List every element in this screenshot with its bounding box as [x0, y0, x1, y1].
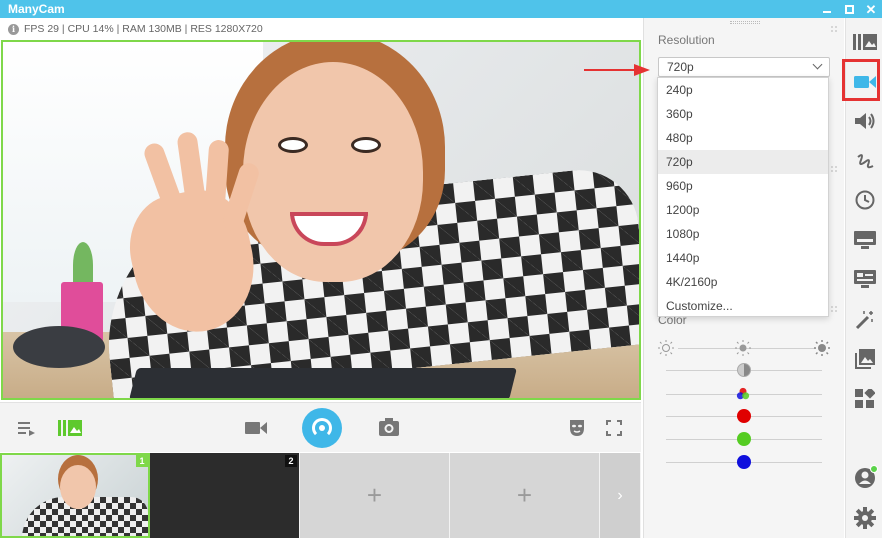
source-thumb-1[interactable]: 1: [0, 453, 150, 538]
left-eye: [278, 137, 308, 153]
sidebar-presentation[interactable]: [846, 260, 882, 298]
sidebar-widgets[interactable]: [846, 380, 882, 418]
resolution-label: Resolution: [658, 33, 715, 47]
sidebar-audio[interactable]: [846, 102, 882, 140]
brightness-high-icon: [814, 340, 830, 356]
add-source-button[interactable]: +: [450, 453, 600, 538]
panel-drag-handle[interactable]: [830, 165, 839, 174]
thumb-number: 1: [136, 455, 148, 467]
snapshot-icon[interactable]: [379, 418, 399, 436]
saturation-slider[interactable]: [666, 387, 822, 401]
broadcast-button[interactable]: [302, 408, 342, 448]
close-icon: ✕: [865, 1, 877, 17]
resolution-option[interactable]: 1440p: [658, 246, 828, 270]
plus-icon: +: [366, 480, 383, 510]
mask-icon[interactable]: [569, 419, 585, 437]
settings-icon: [853, 507, 876, 529]
drawing-icon: [856, 154, 873, 169]
resolution-option[interactable]: 1200p: [658, 198, 828, 222]
maximize-button[interactable]: [838, 0, 860, 18]
source-thumb-2[interactable]: 2: [150, 453, 300, 538]
resolution-option[interactable]: 480p: [658, 126, 828, 150]
resolution-option[interactable]: 4K/2160p: [658, 270, 828, 294]
sidebar-layers[interactable]: [846, 23, 882, 61]
layers-icon: [852, 34, 877, 50]
info-icon[interactable]: i: [8, 23, 19, 35]
keyboard: [129, 368, 517, 398]
close-button[interactable]: ✕: [860, 0, 882, 18]
layers-icon[interactable]: [58, 419, 82, 437]
panel-grip[interactable]: [730, 21, 760, 24]
resolution-option-customize[interactable]: Customize...: [658, 294, 828, 318]
plus-icon: +: [516, 480, 533, 510]
sidebar-account[interactable]: [846, 459, 882, 497]
chevron-down-icon: [812, 59, 823, 70]
green-slider[interactable]: [666, 432, 822, 446]
sidebar-lower-thirds[interactable]: [846, 221, 882, 259]
panel-drag-handle[interactable]: [830, 305, 839, 314]
blue-knob[interactable]: [737, 455, 751, 469]
status-text: FPS 29 | CPU 14% | RAM 130MB | RES 1280X…: [24, 23, 263, 35]
panel-drag-handle[interactable]: [830, 25, 839, 34]
sidebar-drawing[interactable]: [846, 142, 882, 180]
status-bar: i FPS 29 | CPU 14% | RAM 130MB | RES 128…: [0, 19, 641, 39]
resolution-select[interactable]: 720p: [658, 57, 830, 77]
title-bar: ManyCam ✕: [0, 0, 882, 18]
red-slider[interactable]: [666, 409, 822, 423]
widgets-icon: [854, 389, 875, 408]
camera-icon[interactable]: [245, 421, 267, 435]
effects-icon: [855, 311, 873, 330]
video-preview[interactable]: [1, 40, 641, 400]
fullscreen-icon[interactable]: [606, 420, 622, 436]
audio-icon: [854, 113, 874, 129]
annotation-arrow: [584, 64, 650, 76]
schedule-icon: [855, 190, 874, 210]
thumbs-next-button[interactable]: ›: [600, 453, 641, 538]
brightness-low-icon: [658, 340, 674, 356]
sidebar-video-source[interactable]: [846, 63, 882, 101]
broadcast-icon: [312, 418, 332, 438]
resolution-option[interactable]: 1080p: [658, 222, 828, 246]
images-icon: [854, 349, 875, 369]
computer-mouse: [13, 326, 105, 368]
maximize-icon: [844, 4, 854, 14]
face: [243, 62, 423, 282]
add-source-button[interactable]: +: [300, 453, 450, 538]
resolution-option[interactable]: 960p: [658, 174, 828, 198]
video-source-icon: [853, 76, 876, 88]
blue-slider[interactable]: [666, 455, 822, 469]
green-knob[interactable]: [737, 432, 751, 446]
right-eye: [351, 137, 381, 153]
saturation-knob[interactable]: [736, 387, 750, 401]
sidebar-effects[interactable]: [846, 301, 882, 339]
chevron-right-icon: ›: [617, 486, 623, 504]
minimize-icon: [823, 11, 831, 13]
red-knob[interactable]: [737, 409, 751, 423]
right-sidebar: [845, 18, 882, 538]
sidebar-images[interactable]: [846, 340, 882, 378]
controls-bar: [0, 402, 641, 452]
resolution-option[interactable]: 240p: [658, 78, 828, 102]
app-title: ManyCam: [8, 2, 65, 16]
presentation-icon: [853, 270, 876, 288]
resolution-select-value: 720p: [667, 60, 694, 74]
contrast-knob[interactable]: [737, 363, 751, 377]
resolution-dropdown: 240p 360p 480p 720p 960p 1200p 1080p 144…: [657, 77, 829, 317]
resolution-option[interactable]: 360p: [658, 102, 828, 126]
brightness-knob[interactable]: [735, 340, 751, 356]
playlist-icon[interactable]: [18, 420, 36, 436]
minimize-button[interactable]: [816, 0, 838, 18]
source-thumbnails: 1 2 + + ›: [0, 453, 641, 538]
contrast-slider[interactable]: [666, 363, 822, 377]
online-status-dot: [870, 465, 878, 473]
resolution-option-selected[interactable]: 720p: [658, 150, 828, 174]
sidebar-schedule[interactable]: [846, 181, 882, 219]
thumb-number: 2: [285, 455, 297, 467]
lower-thirds-icon: [853, 231, 876, 249]
sidebar-settings[interactable]: [846, 499, 882, 537]
